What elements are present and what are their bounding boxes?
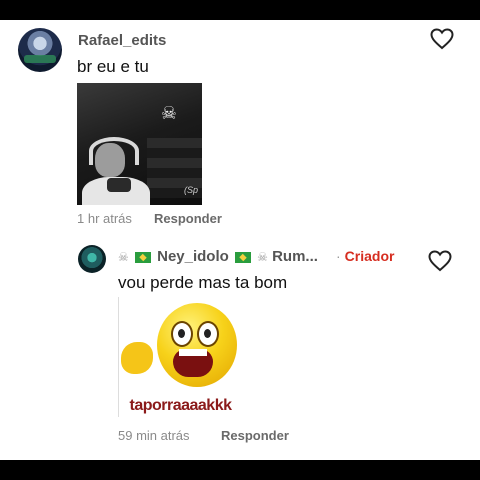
comment-image-gamer[interactable]: ☠ (Sp (77, 83, 202, 205)
comment-username[interactable]: Rafael_edits (78, 32, 166, 49)
creator-badge: · Criador (336, 248, 395, 264)
heart-outline-icon[interactable] (430, 28, 454, 50)
shocked-emoji (157, 303, 237, 387)
comments-screen: Rafael_edits br eu e tu ☠ (Sp 1 hr atrás… (0, 20, 480, 460)
heart-outline-icon[interactable] (428, 250, 452, 272)
comment-text: vou perde mas ta bom (118, 273, 288, 292)
skull-icon: ☠ (257, 250, 268, 265)
comment-timestamp: 59 min atrás (118, 428, 190, 443)
comment-timestamp: 1 hr atrás (77, 211, 132, 226)
reply-username-row[interactable]: ☠ Ney_idolo ☠ Rum... (118, 248, 318, 265)
hand-emoji (121, 342, 153, 374)
avatar[interactable] (78, 245, 106, 273)
meme-caption: taporraaaakkk (129, 397, 232, 414)
brazil-flag-icon (134, 251, 151, 263)
reply-username-suffix: Rum... (272, 248, 318, 265)
comment-image-emoji-meme[interactable]: taporraaaakkk (118, 297, 242, 417)
skull-icon: ☠ (160, 103, 177, 123)
avatar[interactable] (18, 28, 62, 72)
brazil-flag-icon (234, 251, 251, 263)
reply-button[interactable]: Responder (221, 428, 289, 443)
creator-label: Criador (344, 248, 395, 264)
reply-username: Ney_idolo (157, 248, 229, 265)
comment-text: br eu e tu (77, 57, 149, 76)
reply-button[interactable]: Responder (154, 211, 222, 226)
skull-icon: ☠ (118, 250, 129, 265)
image-watermark: (Sp (183, 185, 198, 195)
